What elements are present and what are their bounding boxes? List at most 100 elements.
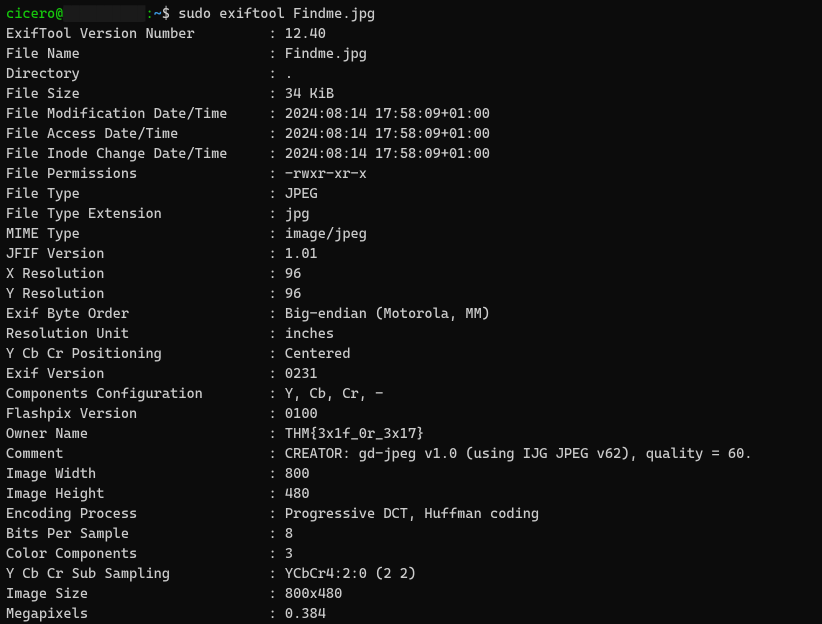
exif-value: Big-endian (Motorola, MM) xyxy=(285,306,490,322)
exif-label: Color Components xyxy=(6,546,269,562)
exif-row: Image Width : 800 xyxy=(6,464,816,484)
exif-label: Directory xyxy=(6,66,269,82)
exif-row: X Resolution : 96 xyxy=(6,264,816,284)
exif-label: Owner Name xyxy=(6,426,269,442)
exif-value: 800x480 xyxy=(285,586,342,602)
exif-label: File Access Date/Time xyxy=(6,126,269,142)
exif-separator: : xyxy=(269,506,285,522)
exif-label: Y Cb Cr Positioning xyxy=(6,346,269,362)
exif-label: File Type xyxy=(6,186,269,202)
exif-label: File Size xyxy=(6,86,269,102)
prompt-symbol: $ xyxy=(162,6,178,22)
exif-label: Y Cb Cr Sub Sampling xyxy=(6,566,269,582)
exif-value: 2024:08:14 17:58:09+01:00 xyxy=(285,106,490,122)
exif-row: Image Size : 800x480 xyxy=(6,584,816,604)
exif-value: Y, Cb, Cr, - xyxy=(285,386,383,402)
exif-separator: : xyxy=(269,366,285,382)
exif-label: Exif Version xyxy=(6,366,269,382)
exif-separator: : xyxy=(269,486,285,502)
exif-label: File Name xyxy=(6,46,269,62)
exif-label: MIME Type xyxy=(6,226,269,242)
exif-row: Y Resolution : 96 xyxy=(6,284,816,304)
exif-row: File Size : 34 KiB xyxy=(6,84,816,104)
command-text: sudo exiftool Findme.jpg xyxy=(178,6,375,22)
exif-label: File Modification Date/Time xyxy=(6,106,269,122)
exif-label: File Permissions xyxy=(6,166,269,182)
exif-row: Y Cb Cr Positioning : Centered xyxy=(6,344,816,364)
exif-separator: : xyxy=(269,386,285,402)
exif-label: Resolution Unit xyxy=(6,326,269,342)
exif-value: inches xyxy=(285,326,334,342)
exif-row: Owner Name : THM{3x1f_0r_3x17} xyxy=(6,424,816,444)
exif-label: Image Height xyxy=(6,486,269,502)
exif-value: -rwxr-xr-x xyxy=(285,166,367,182)
exif-separator: : xyxy=(269,306,285,322)
terminal-output: ExifTool Version Number : 12.40 File Name… xyxy=(6,24,816,624)
exif-row: Encoding Process : Progressive DCT, Huff… xyxy=(6,504,816,524)
exif-row: File Inode Change Date/Time : 2024:08:14… xyxy=(6,144,816,164)
prompt-separator: : xyxy=(145,6,153,22)
exif-separator: : xyxy=(269,146,285,162)
exif-row: File Modification Date/Time : 2024:08:14… xyxy=(6,104,816,124)
exif-value: 8 xyxy=(285,526,293,542)
exif-row: MIME Type : image/jpeg xyxy=(6,224,816,244)
exif-value: 34 KiB xyxy=(285,86,334,102)
exif-separator: : xyxy=(269,166,285,182)
exif-row: Megapixels : 0.384 xyxy=(6,604,816,624)
exif-row: Resolution Unit : inches xyxy=(6,324,816,344)
exif-separator: : xyxy=(269,126,285,142)
exif-value: 480 xyxy=(285,486,310,502)
exif-separator: : xyxy=(269,226,285,242)
exif-value: 96 xyxy=(285,286,301,302)
exif-row: Y Cb Cr Sub Sampling : YCbCr4:2:0 (2 2) xyxy=(6,564,816,584)
exif-separator: : xyxy=(269,586,285,602)
exif-value: THM{3x1f_0r_3x17} xyxy=(285,426,424,442)
exif-label: JFIF Version xyxy=(6,246,269,262)
exif-separator: : xyxy=(269,106,285,122)
exif-label: Image Width xyxy=(6,466,269,482)
exif-value: 12.40 xyxy=(285,26,326,42)
exif-value: 2024:08:14 17:58:09+01:00 xyxy=(285,126,490,142)
exif-separator: : xyxy=(269,206,285,222)
exif-row: Color Components : 3 xyxy=(6,544,816,564)
exif-row: Bits Per Sample : 8 xyxy=(6,524,816,544)
exif-label: Encoding Process xyxy=(6,506,269,522)
terminal-prompt-line[interactable]: cicero@██████████:~$ sudo exiftool Findm… xyxy=(6,4,816,24)
exif-label: ExifTool Version Number xyxy=(6,26,269,42)
exif-value: 800 xyxy=(285,466,310,482)
exif-value: YCbCr4:2:0 (2 2) xyxy=(285,566,416,582)
exif-value: 2024:08:14 17:58:09+01:00 xyxy=(285,146,490,162)
exif-label: Flashpix Version xyxy=(6,406,269,422)
exif-row: Components Configuration : Y, Cb, Cr, - xyxy=(6,384,816,404)
exif-label: Components Configuration xyxy=(6,386,269,402)
exif-label: Megapixels xyxy=(6,606,269,622)
exif-separator: : xyxy=(269,186,285,202)
exif-value: Findme.jpg xyxy=(285,46,367,62)
exif-row: File Permissions : -rwxr-xr-x xyxy=(6,164,816,184)
exif-row: Exif Version : 0231 xyxy=(6,364,816,384)
exif-label: File Inode Change Date/Time xyxy=(6,146,269,162)
exif-row: Comment : CREATOR: gd-jpeg v1.0 (using I… xyxy=(6,444,816,464)
exif-label: Comment xyxy=(6,446,269,462)
prompt-path: ~ xyxy=(154,6,162,22)
exif-row: File Name : Findme.jpg xyxy=(6,44,816,64)
exif-separator: : xyxy=(269,526,285,542)
exif-separator: : xyxy=(269,446,285,462)
exif-value: CREATOR: gd-jpeg v1.0 (using IJG JPEG v6… xyxy=(285,446,753,462)
exif-label: X Resolution xyxy=(6,266,269,282)
exif-value: Centered xyxy=(285,346,351,362)
exif-separator: : xyxy=(269,346,285,362)
exif-value: 1.01 xyxy=(285,246,318,262)
exif-separator: : xyxy=(269,66,285,82)
prompt-hidden-host: ██████████ xyxy=(63,6,145,22)
exif-label: Bits Per Sample xyxy=(6,526,269,542)
exif-row: Exif Byte Order : Big-endian (Motorola, … xyxy=(6,304,816,324)
exif-label: Exif Byte Order xyxy=(6,306,269,322)
exif-label: Image Size xyxy=(6,586,269,602)
exif-row: File Type : JPEG xyxy=(6,184,816,204)
exif-value: 96 xyxy=(285,266,301,282)
exif-row: File Type Extension : jpg xyxy=(6,204,816,224)
exif-separator: : xyxy=(269,86,285,102)
exif-separator: : xyxy=(269,466,285,482)
exif-separator: : xyxy=(269,246,285,262)
